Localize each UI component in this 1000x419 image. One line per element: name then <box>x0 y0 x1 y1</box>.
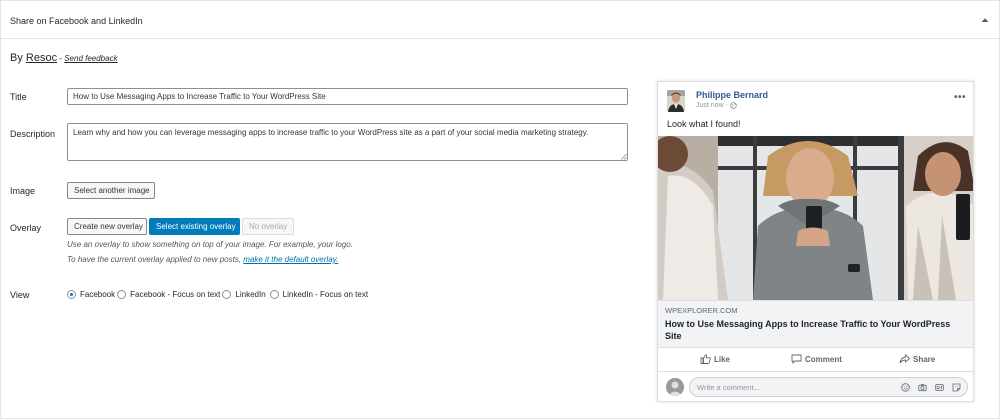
radio-facebook-focus[interactable] <box>117 289 127 299</box>
radio-linkedin-focus[interactable] <box>269 289 279 299</box>
post-meta: Just now · <box>696 102 737 109</box>
send-feedback-link[interactable]: Send feedback <box>64 54 117 63</box>
view-option-facebook-focus[interactable]: Facebook - Focus on text <box>117 289 221 299</box>
view-option-label: Facebook <box>80 289 116 299</box>
facebook-preview-card: Philippe Bernard Just now · ••• Look wha… <box>657 81 974 402</box>
like-button[interactable]: Like <box>700 354 730 364</box>
metabox-header: Share on Facebook and LinkedIn <box>1 1 999 39</box>
overlay-help-text: Use an overlay to show something on top … <box>67 240 353 249</box>
view-option-label: Facebook - Focus on text <box>130 289 221 299</box>
select-existing-overlay-button[interactable]: Select existing overlay <box>149 218 240 235</box>
byline: By Resoc - Send feedback <box>10 52 118 64</box>
comment-input[interactable]: Write a comment... <box>689 377 968 397</box>
link-domain: WPEXPLORER.COM <box>665 306 738 315</box>
resize-grip-icon[interactable] <box>620 153 627 160</box>
more-options-icon[interactable]: ••• <box>954 92 966 103</box>
camera-icon[interactable] <box>918 383 927 392</box>
comment-placeholder: Write a comment... <box>697 383 760 392</box>
make-default-overlay-link[interactable]: make it the default overlay. <box>243 255 338 264</box>
thumbs-up-icon <box>700 354 711 364</box>
no-overlay-button[interactable]: No overlay <box>242 218 294 235</box>
description-textarea[interactable]: Learn why and how you can leverage messa… <box>67 123 628 161</box>
like-label: Like <box>714 354 731 364</box>
byline-by: By <box>10 52 23 64</box>
view-option-label: LinkedIn <box>235 289 266 299</box>
metabox-title: Share on Facebook and LinkedIn <box>10 16 143 26</box>
post-status-text: Look what I found! <box>667 119 741 129</box>
author-name[interactable]: Philippe Bernard <box>696 90 768 100</box>
link-preview-box[interactable]: WPEXPLORER.COM How to Use Messaging Apps… <box>658 300 973 348</box>
image-label: Image <box>10 186 36 196</box>
author-avatar <box>667 90 685 112</box>
share-label: Share <box>913 354 936 364</box>
overlay-default-text: To have the current overlay applied to n… <box>67 255 242 264</box>
overlay-label: Overlay <box>10 223 42 233</box>
view-radio-group: Facebook Facebook - Focus on text Linked… <box>67 289 370 299</box>
globe-icon <box>730 102 737 109</box>
view-option-linkedin-focus[interactable]: LinkedIn - Focus on text <box>269 289 369 299</box>
title-input[interactable]: How to Use Messaging Apps to Increase Tr… <box>67 88 628 105</box>
post-time: Just now <box>696 102 724 109</box>
share-button[interactable]: Share <box>899 354 935 364</box>
radio-linkedin[interactable] <box>222 289 232 299</box>
gif-icon[interactable] <box>935 383 944 392</box>
select-another-image-button[interactable]: Select another image <box>67 182 155 199</box>
preview-photo <box>658 136 973 300</box>
comment-label: Comment <box>805 354 842 364</box>
emoji-icon[interactable] <box>901 383 910 392</box>
link-headline: How to Use Messaging Apps to Increase Tr… <box>665 319 951 341</box>
radio-facebook[interactable] <box>67 289 76 299</box>
description-label: Description <box>10 129 56 139</box>
sticker-icon[interactable] <box>952 383 961 392</box>
share-metabox: Share on Facebook and LinkedIn By Resoc … <box>0 0 1000 419</box>
view-option-linkedin[interactable]: LinkedIn <box>222 289 266 299</box>
view-option-facebook[interactable]: Facebook <box>67 289 116 299</box>
resoc-link[interactable]: Resoc <box>26 52 57 64</box>
collapse-toggle-icon[interactable] <box>980 15 990 25</box>
commenter-avatar <box>666 378 684 396</box>
comment-row: Write a comment... <box>658 374 973 401</box>
title-label: Title <box>10 92 27 102</box>
comment-button[interactable]: Comment <box>791 354 842 364</box>
share-icon <box>899 354 910 364</box>
overlay-default-help: To have the current overlay applied to n… <box>67 255 338 264</box>
view-label: View <box>10 290 30 300</box>
create-new-overlay-button[interactable]: Create new overlay <box>67 218 147 235</box>
comment-icon <box>791 354 802 364</box>
post-actions: Like Comment Share <box>658 350 973 372</box>
view-option-label: LinkedIn - Focus on text <box>282 289 369 299</box>
preview-image <box>658 136 973 300</box>
meta-dot: · <box>725 102 728 109</box>
